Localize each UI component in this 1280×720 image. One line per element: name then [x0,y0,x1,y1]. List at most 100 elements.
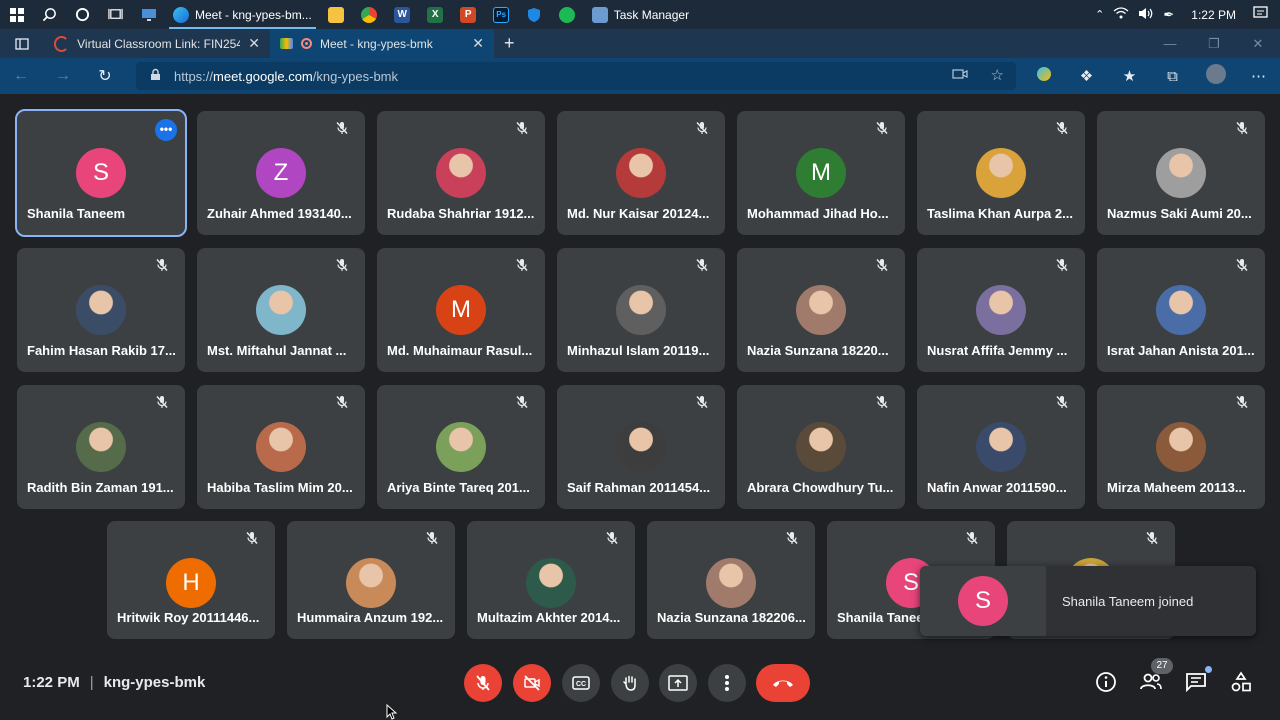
activities-button[interactable] [1227,668,1255,696]
mic-muted-icon [785,531,801,547]
participant-tile[interactable]: Habiba Taslim Mim 20... [197,385,365,509]
participant-tile[interactable]: Z Zuhair Ahmed 193140... [197,111,365,235]
address-bar[interactable]: https://meet.google.com/kng-ypes-bmk ☆ [136,62,1016,90]
more-options-icon[interactable]: ⋯ [1237,67,1280,85]
meeting-details: 1:22 PM | kng-ypes-bmk [23,674,205,691]
chat-button[interactable] [1182,666,1212,696]
participant-tile[interactable]: Nusrat Affifa Jemmy ... [917,248,1085,372]
microphone-toggle-button[interactable] [464,664,502,702]
participant-tile[interactable]: Fahim Hasan Rakib 17... [17,248,185,372]
profile-avatar[interactable] [1194,64,1237,88]
participant-tile[interactable]: M Md. Muhaimaur Rasul... [377,248,545,372]
participant-tile[interactable]: Saif Rahman 2011454... [557,385,725,509]
chrome-icon[interactable] [353,0,386,29]
add-favorite-icon[interactable]: ☆ [991,66,1004,84]
mic-muted-icon [695,121,711,137]
back-arrow-icon[interactable]: ← [0,58,42,94]
search-icon[interactable] [33,0,66,29]
participant-tile[interactable]: Multazim Akhter 2014... [467,521,635,639]
participant-tile[interactable]: H Hritwik Roy 20111446... [107,521,275,639]
avatar [1156,285,1206,335]
spotify-icon[interactable] [551,0,584,29]
tab-actions-icon[interactable] [0,29,44,58]
tab-meet[interactable]: Meet - kng-ypes-bmk ✕ [270,29,494,58]
taskbar-app-edge-meet[interactable]: Meet - kng-ypes-bm... [165,0,320,29]
windows-start-icon[interactable] [0,0,33,29]
participant-tile[interactable]: Nazia Sunzana 18220... [737,248,905,372]
extensions-icon[interactable]: ❖ [1065,67,1108,85]
chevron-up-icon[interactable]: ⌃ [1095,8,1104,21]
extension-edge-icon[interactable] [1022,67,1065,85]
close-tab-icon[interactable]: ✕ [248,35,260,52]
participant-tile[interactable]: ••• S Shanila Taneem [15,109,187,237]
avatar [616,422,666,472]
raise-hand-button[interactable] [611,664,649,702]
participants-button[interactable]: 27 [1137,658,1173,696]
camera-in-use-icon[interactable] [952,68,968,83]
participant-name: Zuhair Ahmed 193140... [207,206,352,221]
url-prefix: https:// [174,68,214,84]
leave-call-button[interactable] [756,664,810,702]
camera-toggle-button[interactable] [513,664,551,702]
refresh-icon[interactable]: ↻ [84,58,126,94]
participant-tile[interactable]: Mst. Miftahul Jannat ... [197,248,365,372]
lock-icon[interactable] [136,68,174,84]
notification-icon[interactable] [1253,6,1268,23]
collections-icon[interactable]: ⧉ [1151,68,1194,85]
file-explorer-icon[interactable] [320,0,353,29]
participant-name: Hummaira Anzum 192... [297,610,444,625]
shield-icon[interactable] [518,0,551,29]
mic-muted-icon [515,121,531,137]
close-tab-icon[interactable]: ✕ [472,35,484,52]
participant-tile[interactable]: Nazmus Saki Aumi 20... [1097,111,1265,235]
task-view-icon[interactable] [99,0,132,29]
mic-muted-icon [1055,121,1071,137]
participant-tile[interactable]: Ariya Binte Tareq 201... [377,385,545,509]
captions-button[interactable]: CC [562,664,600,702]
participant-tile[interactable]: Israt Jahan Anista 201... [1097,248,1265,372]
taskbar-clock[interactable]: 1:22 PM [1183,8,1244,22]
participant-tile[interactable]: Mirza Maheem 20113... [1097,385,1265,509]
taskbar-app-task-manager[interactable]: Task Manager [584,0,697,29]
present-screen-button[interactable] [659,664,697,702]
participant-name: Rudaba Shahriar 1912... [387,206,535,221]
mic-muted-icon [1055,395,1071,411]
participant-tile[interactable]: Taslima Khan Aurpa 2... [917,111,1085,235]
volume-icon[interactable] [1138,7,1154,23]
minimize-icon[interactable]: — [1148,36,1192,51]
participant-tile[interactable]: Abrara Chowdhury Tu... [737,385,905,509]
pen-icon[interactable]: ✒ [1163,7,1174,23]
avatar: M [796,148,846,198]
tile-options-icon[interactable]: ••• [155,119,177,141]
tab-virtual-classroom[interactable]: Virtual Classroom Link: FIN254.1 ✕ [44,29,270,58]
restore-icon[interactable]: ❐ [1192,36,1236,52]
word-icon[interactable]: W [386,0,419,29]
participant-tile[interactable]: Radith Bin Zaman 191... [17,385,185,509]
cortana-icon[interactable] [66,0,99,29]
desktop-app-icon[interactable] [132,0,165,29]
excel-icon[interactable]: X [419,0,452,29]
participant-tile[interactable]: Nafin Anwar 2011590... [917,385,1085,509]
browser-toolbar-right: ❖ ★ ⧉ ⋯ [1022,58,1280,94]
edge-icon [173,6,189,23]
more-options-button[interactable] [708,664,746,702]
forward-arrow-icon[interactable]: → [42,58,84,94]
wifi-icon[interactable] [1113,7,1129,22]
avatar [1156,422,1206,472]
participant-tile[interactable]: M Mohammad Jihad Ho... [737,111,905,235]
powerpoint-icon[interactable]: P [452,0,485,29]
participant-name: Minhazul Islam 20119... [567,343,710,358]
camera-off-icon [524,675,540,691]
participant-tile[interactable]: Nazia Sunzana 182206... [647,521,815,639]
participant-tile[interactable]: Hummaira Anzum 192... [287,521,455,639]
participant-tile[interactable]: Minhazul Islam 20119... [557,248,725,372]
close-window-icon[interactable]: ✕ [1236,36,1280,52]
participant-tile[interactable]: Md. Nur Kaisar 20124... [557,111,725,235]
participant-tile[interactable]: Rudaba Shahriar 1912... [377,111,545,235]
participant-name: Multazim Akhter 2014... [477,610,621,625]
avatar [706,558,756,608]
new-tab-button[interactable]: + [494,29,525,58]
photoshop-icon[interactable]: Ps [485,0,518,29]
meeting-details-button[interactable] [1092,668,1120,696]
favorites-icon[interactable]: ★ [1108,67,1151,85]
